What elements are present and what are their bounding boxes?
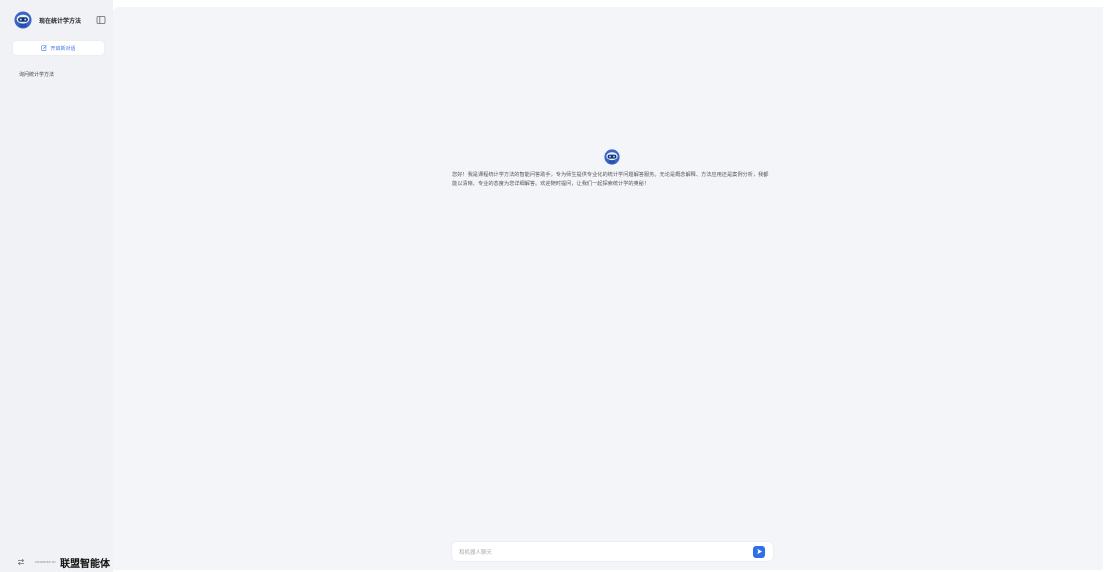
chat-main-area: 您好！我是课程统计学方法的智能问答助手，专为师生提供专业化的统计学问题解答服务。… bbox=[113, 7, 1103, 570]
robot-avatar-icon bbox=[14, 11, 32, 29]
history-item[interactable]: 询问统计学方法 bbox=[19, 71, 54, 78]
app-window: 现在统计学方法 开启新对话 询问统计学方法 POWERED BY 联盟智能体 您… bbox=[0, 0, 1108, 572]
brand-name: 联盟智能体 bbox=[60, 558, 111, 570]
sidebar-footer: POWERED BY 联盟智能体 bbox=[17, 555, 111, 570]
chat-input[interactable] bbox=[457, 544, 751, 561]
send-icon bbox=[756, 548, 762, 555]
app-title: 现在统计学方法 bbox=[39, 17, 82, 25]
welcome-text: 您好！我是课程统计学方法的智能问答助手，专为师生提供专业化的统计学问题解答服务。… bbox=[452, 172, 769, 187]
chat-input-bar bbox=[452, 542, 773, 561]
powered-by-label: POWERED BY bbox=[35, 560, 57, 564]
sidebar: 现在统计学方法 开启新对话 询问统计学方法 POWERED BY 联盟智能体 bbox=[0, 0, 113, 572]
robot-avatar-icon bbox=[604, 149, 620, 165]
welcome-message: 您好！我是课程统计学方法的智能问答助手，专为师生提供专业化的统计学问题解答服务。… bbox=[452, 149, 772, 189]
swap-icon[interactable] bbox=[17, 558, 25, 566]
edit-icon bbox=[41, 45, 48, 51]
sidebar-header: 现在统计学方法 bbox=[14, 10, 106, 30]
new-chat-button[interactable]: 开启新对话 bbox=[13, 41, 104, 55]
new-chat-label: 开启新对话 bbox=[50, 45, 76, 52]
sidebar-toggle-icon[interactable] bbox=[96, 15, 106, 25]
send-button[interactable] bbox=[753, 545, 765, 558]
